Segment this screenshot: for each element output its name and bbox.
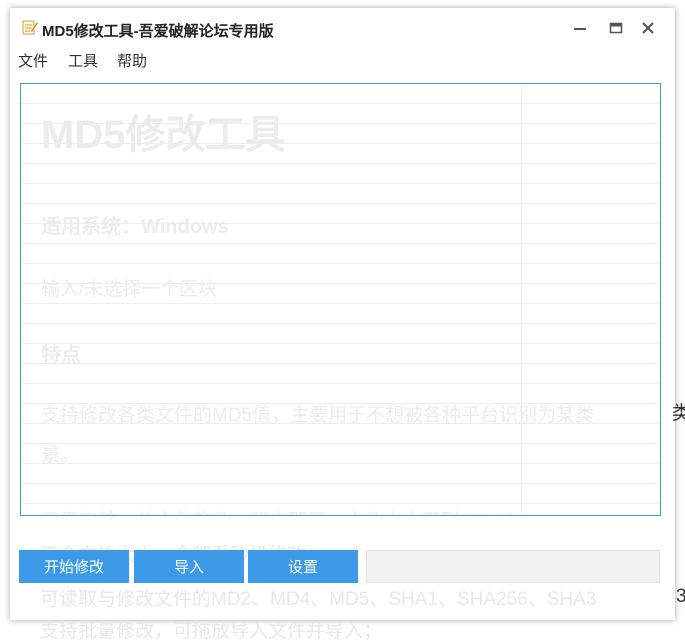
settings-button[interactable]: 设置 xyxy=(248,550,358,583)
doc-feature-1: 支持修改各类文件的MD5值，主要用于不想被各种平台识别为某类 xyxy=(41,405,595,426)
doc-hint: 输入/未选择一个区块 xyxy=(41,279,218,300)
menu-bar: 文件 工具 帮助 xyxy=(10,50,675,72)
overflow-right-char-2: 3 xyxy=(676,586,685,607)
doc-feature-1-cont: 景。 xyxy=(41,445,80,466)
grid-divider xyxy=(521,84,522,515)
overflow-feature-4: 可读取与修改文件的MD2、MD4、MD5、SHA1、SHA256、SHA3 xyxy=(40,589,597,610)
menu-tools[interactable]: 工具 xyxy=(68,50,98,71)
start-modify-button[interactable]: 开始修改 xyxy=(19,550,129,583)
doc-title: MD5修改工具 xyxy=(41,113,286,157)
doc-system-heading: 适用系统：Windows xyxy=(41,216,229,238)
overflow-feature-5: 支持批量修改，可拖放导入文件并导入； xyxy=(40,621,383,642)
close-icon xyxy=(642,22,654,34)
maximize-button[interactable] xyxy=(602,14,630,42)
menu-help[interactable]: 帮助 xyxy=(117,50,147,71)
doc-feature-2: 无需安装，单文件软件，双击即用，文件大小不到600KB； xyxy=(41,506,535,515)
doc-features-heading: 特点 xyxy=(41,344,81,366)
maximize-icon xyxy=(609,22,623,34)
file-path-field[interactable] xyxy=(366,550,660,583)
notepad-icon xyxy=(22,19,38,35)
window-title: MD5修改工具-吾爱破解论坛专用版 xyxy=(42,23,274,40)
app-window: MD5修改工具-吾爱破解论坛专用版 文件 工具 帮助 MD5修改工具 适用系统：… xyxy=(10,8,675,642)
close-button[interactable] xyxy=(634,14,662,42)
menu-file[interactable]: 文件 xyxy=(18,50,48,71)
minimize-button[interactable] xyxy=(566,14,594,42)
import-button[interactable]: 导入 xyxy=(134,550,244,583)
title-bar[interactable]: MD5修改工具-吾爱破解论坛专用版 xyxy=(10,8,675,46)
minimize-icon xyxy=(574,28,586,30)
overflow-right-char-1: 类 xyxy=(672,403,685,424)
main-content-panel[interactable]: MD5修改工具 适用系统：Windows 输入/未选择一个区块 特点 支持修改各… xyxy=(20,83,661,516)
